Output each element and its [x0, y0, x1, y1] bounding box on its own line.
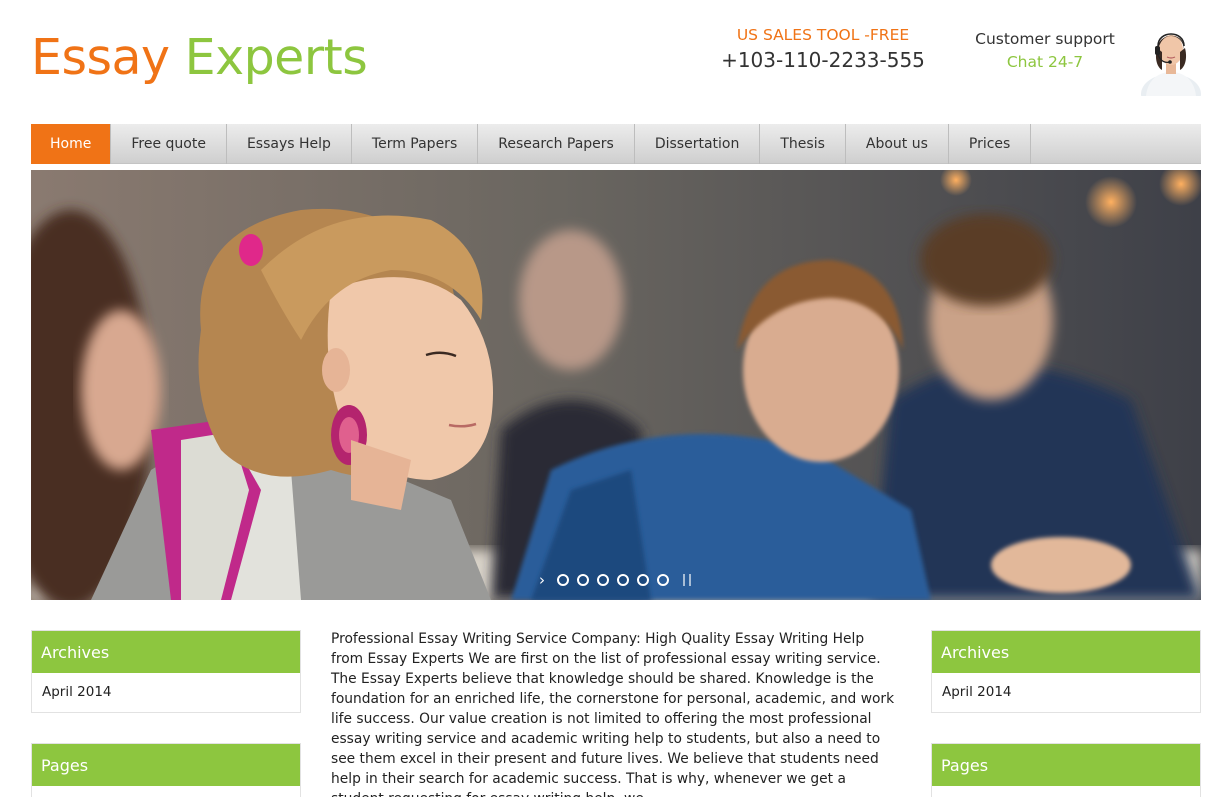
pages-title: Pages	[32, 744, 300, 786]
site-logo[interactable]: Essay Experts	[31, 28, 368, 88]
support-title: Customer support	[975, 30, 1115, 48]
sales-contact: US SALES TOOL -FREE +103-110-2233-555	[712, 25, 934, 74]
slider-dot[interactable]	[617, 574, 629, 586]
right-pages-widget: Pages	[931, 743, 1201, 797]
main-navigation: Home Free quote Essays Help Term Papers …	[31, 124, 1201, 164]
customer-support: Customer support Chat 24-7	[960, 28, 1130, 73]
nav-item-thesis[interactable]: Thesis	[760, 124, 846, 164]
support-agent-avatar	[1140, 24, 1202, 96]
archive-link-april-2014[interactable]: April 2014	[42, 682, 290, 702]
nav-item-term-papers[interactable]: Term Papers	[352, 124, 479, 164]
slider-dot[interactable]	[657, 574, 669, 586]
chevron-right-icon[interactable]: ›	[535, 572, 549, 588]
slider-controls: ›	[535, 572, 691, 588]
hero-slider-image	[31, 170, 1201, 600]
logo-word-essay: Essay	[31, 29, 170, 86]
slider-dot[interactable]	[597, 574, 609, 586]
slider-dot[interactable]	[557, 574, 569, 586]
nav-item-essays-help[interactable]: Essays Help	[227, 124, 352, 164]
nav-item-home[interactable]: Home	[31, 124, 112, 164]
nav-item-free-quote[interactable]: Free quote	[111, 124, 227, 164]
slider-dot[interactable]	[637, 574, 649, 586]
slider-dot[interactable]	[577, 574, 589, 586]
archives-title: Archives	[32, 631, 300, 673]
sales-phone-number[interactable]: +103-110-2233-555	[712, 46, 934, 74]
logo-word-experts: Experts	[184, 29, 368, 86]
intro-paragraph: Professional Essay Writing Service Compa…	[331, 631, 895, 797]
archive-link-april-2014[interactable]: April 2014	[942, 682, 1190, 702]
right-archives-widget: Archives April 2014	[931, 630, 1201, 713]
nav-item-dissertation[interactable]: Dissertation	[635, 124, 761, 164]
nav-item-research-papers[interactable]: Research Papers	[478, 124, 635, 164]
nav-item-about-us[interactable]: About us	[846, 124, 949, 164]
archives-title: Archives	[932, 631, 1200, 673]
pages-title: Pages	[932, 744, 1200, 786]
left-archives-widget: Archives April 2014	[31, 630, 301, 713]
left-pages-widget: Pages	[31, 743, 301, 797]
pause-icon[interactable]	[683, 574, 691, 586]
chat-link[interactable]: Chat 24-7	[960, 51, 1130, 73]
nav-item-prices[interactable]: Prices	[949, 124, 1032, 164]
sales-title: US SALES TOOL -FREE	[736, 26, 910, 44]
